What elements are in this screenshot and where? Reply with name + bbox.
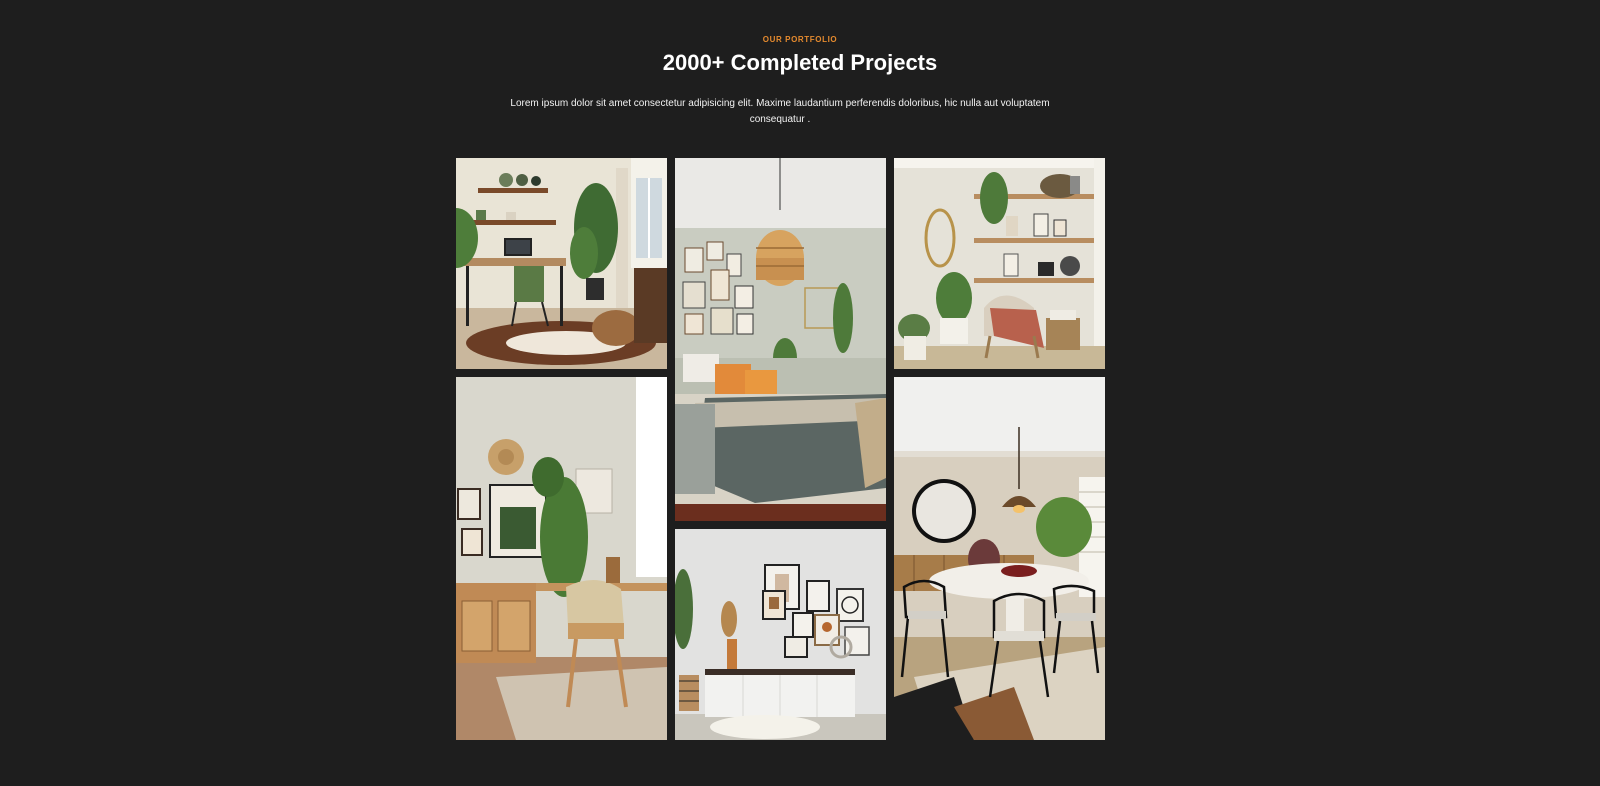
- portfolio-gallery: [456, 158, 1105, 740]
- dining-room-photo[interactable]: [894, 377, 1105, 740]
- bedroom-photo[interactable]: [675, 158, 886, 521]
- reading-nook-photo[interactable]: [894, 158, 1105, 369]
- section-title: 2000+ Completed Projects: [662, 50, 938, 75]
- section-eyebrow: OUR PORTFOLIO: [762, 35, 838, 44]
- reading-nook-image: [894, 158, 1105, 369]
- section-description: Lorem ipsum dolor sit amet consectetur a…: [510, 98, 1050, 125]
- gallery-wall-photo[interactable]: [675, 529, 886, 740]
- home-office-image: [456, 158, 667, 369]
- dining-room-image: [894, 377, 1105, 740]
- bedroom-image: [675, 158, 886, 521]
- gallery-wall-image: [675, 529, 886, 740]
- portfolio-section: OUR PORTFOLIO 2000+ Completed Projects L…: [0, 0, 1600, 786]
- study-corner-image: [456, 377, 667, 740]
- study-corner-photo[interactable]: [456, 377, 667, 740]
- home-office-photo[interactable]: [456, 158, 667, 369]
